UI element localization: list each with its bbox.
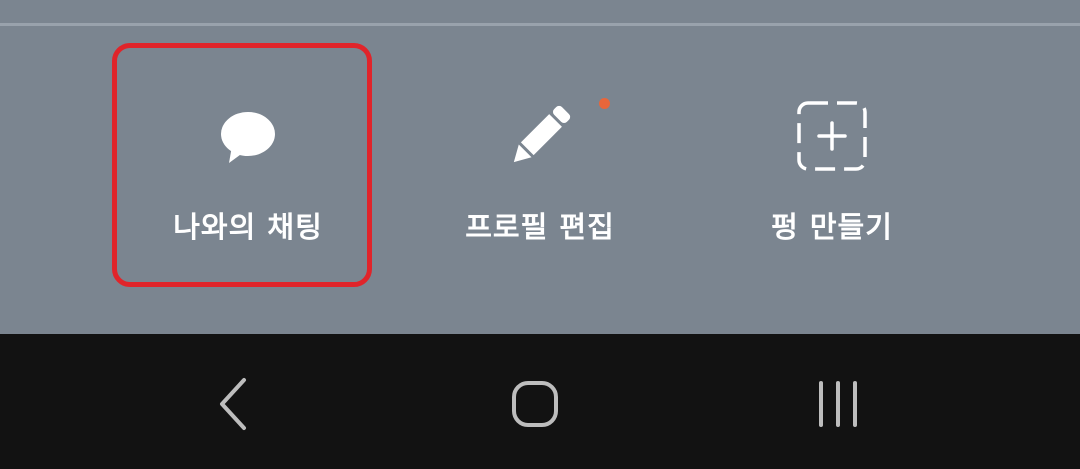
dashed-plus-icon bbox=[792, 96, 872, 176]
chat-bubble-icon bbox=[208, 96, 288, 176]
back-icon bbox=[220, 378, 246, 430]
my-chat-label: 나와의 채팅 bbox=[173, 210, 323, 244]
edit-profile-button[interactable]: 프로필 편집 bbox=[420, 26, 660, 334]
system-navigation-bar bbox=[0, 334, 1080, 469]
recents-icon bbox=[819, 381, 857, 427]
home-button[interactable] bbox=[475, 364, 595, 444]
notification-dot bbox=[599, 98, 610, 109]
create-pung-button[interactable]: 펑 만들기 bbox=[712, 26, 952, 334]
edit-profile-label: 프로필 편집 bbox=[465, 210, 615, 244]
home-icon bbox=[512, 381, 558, 427]
pencil-icon bbox=[500, 96, 580, 176]
profile-action-screen: 나와의 채팅 프로필 편집 펑 만들기 bbox=[0, 0, 1080, 469]
my-chat-button[interactable]: 나와의 채팅 bbox=[128, 26, 368, 334]
back-button[interactable] bbox=[174, 364, 294, 444]
recents-button[interactable] bbox=[778, 364, 898, 444]
create-pung-label: 펑 만들기 bbox=[771, 210, 893, 244]
profile-actions: 나와의 채팅 프로필 편집 펑 만들기 bbox=[0, 26, 1080, 334]
